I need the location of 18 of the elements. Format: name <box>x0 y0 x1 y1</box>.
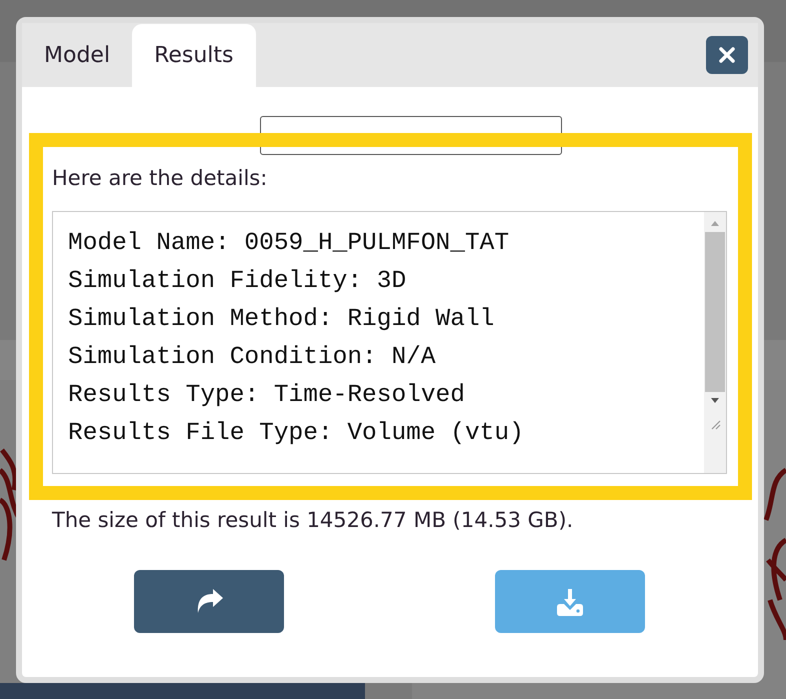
share-button[interactable] <box>134 570 284 633</box>
detail-line: Model Name: 0059_H_PULMFON_TAT <box>68 229 510 259</box>
scrollbar-thumb[interactable] <box>705 232 725 392</box>
result-size-text: The size of this result is 14526.77 MB (14.53 GB). <box>52 507 574 534</box>
tab[interactable]: Results <box>132 24 256 87</box>
details-heading: Here are the details: <box>52 165 268 192</box>
close-icon <box>718 46 736 64</box>
download-icon <box>555 586 585 616</box>
detail-line: Results File Type: Volume (vtu) <box>68 419 524 449</box>
tab[interactable]: Model <box>22 24 132 87</box>
detail-line: Simulation Condition: N/A <box>68 343 436 373</box>
detail-line: Simulation Method: Rigid Wall <box>68 305 494 335</box>
detail-line: Simulation Fidelity: 3D <box>68 267 406 297</box>
close-button[interactable] <box>706 36 748 74</box>
result-dropdown[interactable] <box>260 116 562 155</box>
details-text-area[interactable]: Model Name: 0059_H_PULMFON_TAT Simulation Fidelity: 3D Simulation Method: Rigid Wall Simulation Condition: N/A Results Type: Time-Resolved Results File Type: Volume (vtu) <box>52 211 727 474</box>
resize-grip-icon[interactable] <box>709 418 721 430</box>
detail-line: Results Type: Time-Resolved <box>68 381 465 411</box>
